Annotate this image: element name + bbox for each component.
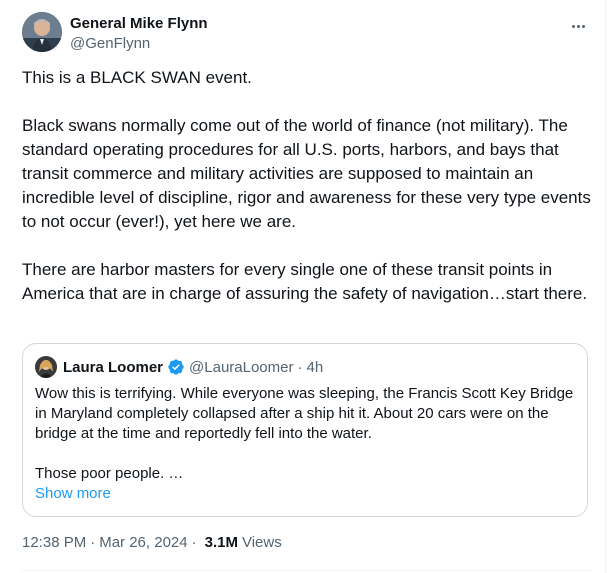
- quoted-paragraph: Wow this is terrifying. While everyone w…: [35, 385, 574, 442]
- quoted-paragraph: Those poor people. …: [35, 465, 184, 482]
- dot: [581, 24, 585, 28]
- tweet-paragraph: Black swans normally come out of the wor…: [22, 116, 591, 231]
- dot: [571, 24, 575, 28]
- author-avatar[interactable]: [22, 12, 62, 52]
- quoted-handle: @LauraLoomer: [189, 358, 294, 376]
- separator-dot: ·: [191, 534, 197, 551]
- tweet-time[interactable]: 12:38 PM: [22, 533, 86, 553]
- separator-dot: ·: [297, 358, 303, 376]
- tweet-text: This is a BLACK SWAN event. Black swans …: [22, 66, 592, 306]
- quoted-tweet[interactable]: Laura Loomer @LauraLoomer · 4h Wow this …: [22, 343, 588, 517]
- tweet-card: General Mike Flynn @GenFlynn This is a B…: [0, 0, 606, 573]
- author-display-name[interactable]: General Mike Flynn: [70, 14, 208, 34]
- quoted-timestamp: 4h: [306, 358, 324, 376]
- quoted-author-avatar: [35, 356, 57, 378]
- quoted-tweet-header: Laura Loomer @LauraLoomer · 4h: [35, 356, 575, 378]
- quoted-tweet-text: Wow this is terrifying. While everyone w…: [35, 384, 575, 504]
- separator-dot: ·: [90, 534, 96, 551]
- author-handle[interactable]: @GenFlynn: [70, 34, 208, 54]
- tweet-date[interactable]: Mar 26, 2024: [99, 533, 187, 553]
- show-more-link[interactable]: Show more: [35, 484, 575, 504]
- more-options-icon[interactable]: [564, 16, 592, 36]
- dot: [576, 24, 580, 28]
- divider: [22, 570, 592, 571]
- quoted-avatar-image: [35, 356, 57, 378]
- tweet-paragraph: This is a BLACK SWAN event.: [22, 68, 252, 87]
- tweet-meta: 12:38 PM · Mar 26, 2024 · 3.1M Views: [22, 533, 282, 553]
- tweet-paragraph: There are harbor masters for every singl…: [22, 260, 588, 303]
- avatar-image: [22, 12, 62, 52]
- author-names: General Mike Flynn @GenFlynn: [70, 14, 208, 54]
- views-label: Views: [241, 534, 282, 551]
- quoted-display-name: Laura Loomer: [63, 358, 164, 376]
- views-count: 3.1M: [204, 534, 238, 551]
- verified-badge-icon: [168, 359, 184, 375]
- tweet-header: General Mike Flynn @GenFlynn: [22, 12, 592, 54]
